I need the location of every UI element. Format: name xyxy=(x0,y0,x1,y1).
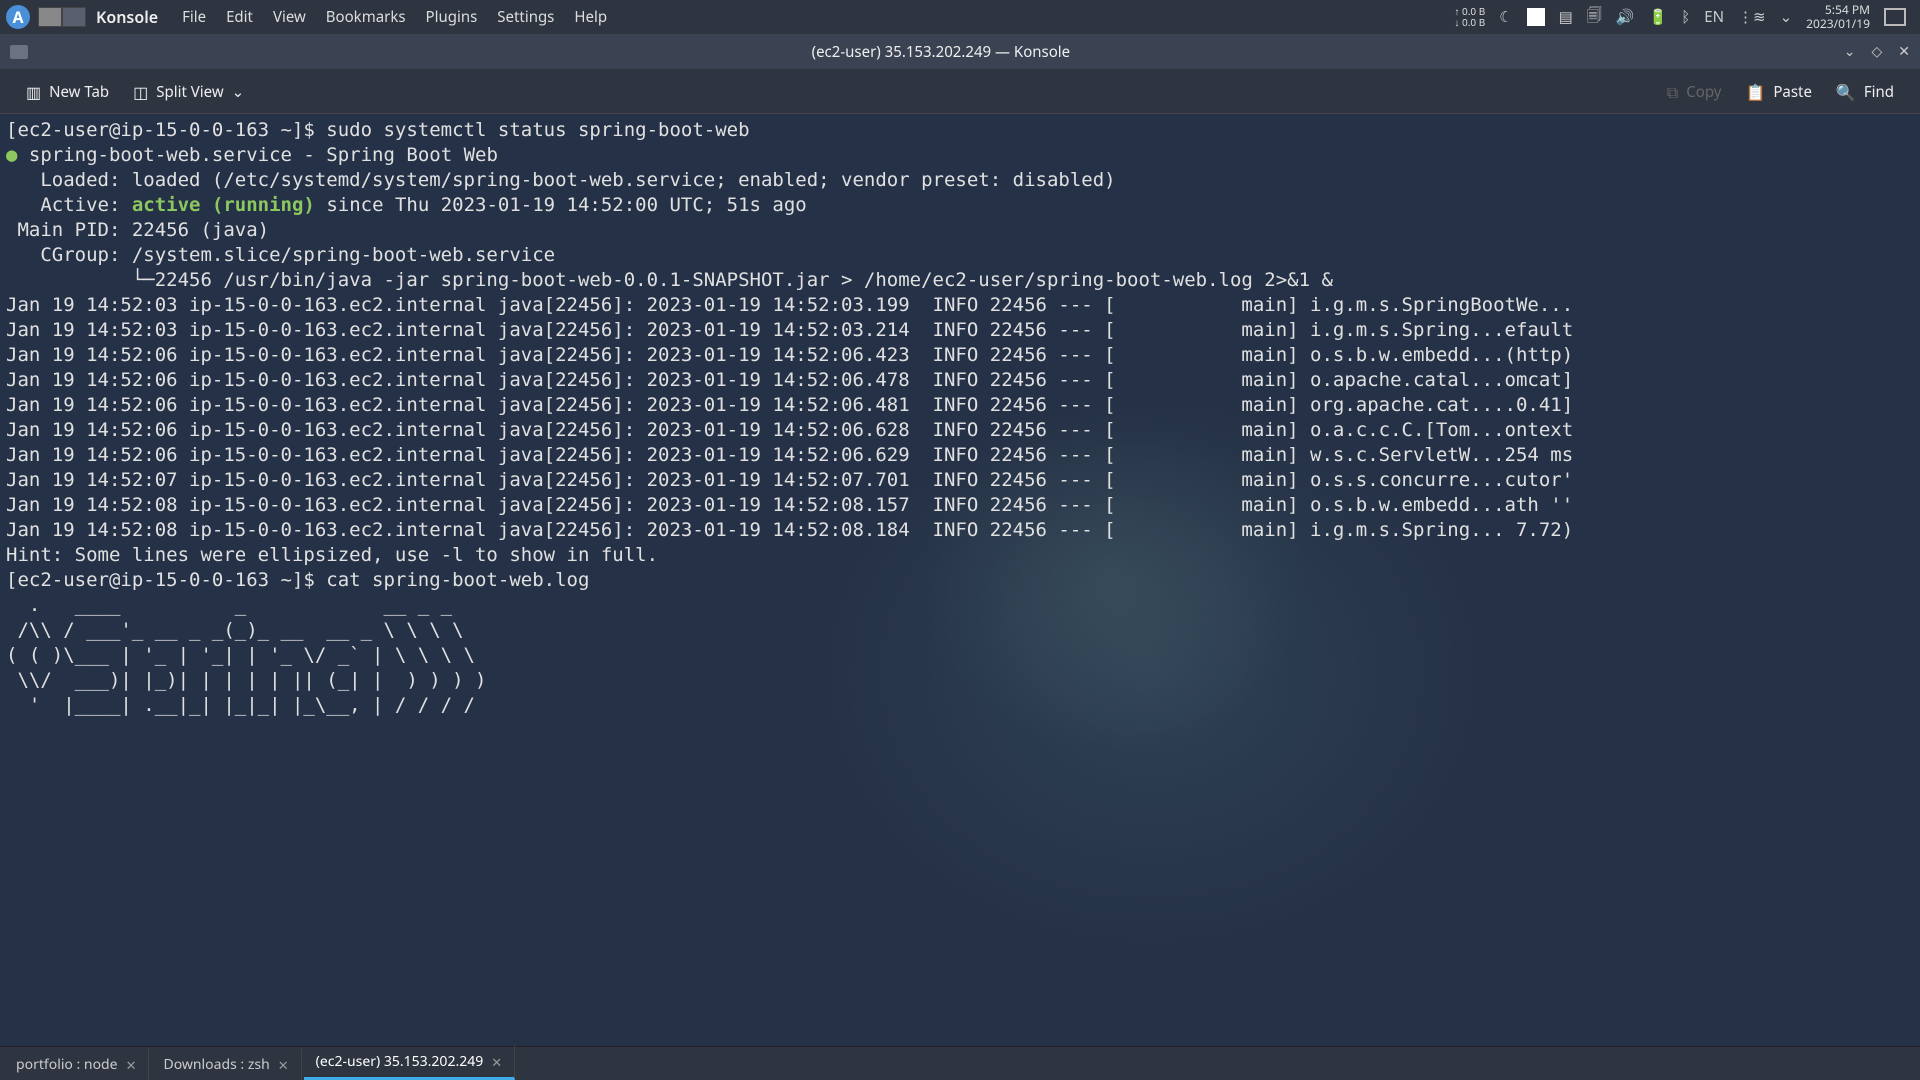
night-mode-icon[interactable]: ☾ xyxy=(1499,7,1512,27)
new-tab-button[interactable]: ▥ New Tab xyxy=(14,75,121,109)
toolbar: ▥ New Tab ◫ Split View ⌄ ⧉ Copy 📋 Paste … xyxy=(0,70,1920,114)
copy-icon: ⧉ xyxy=(1667,81,1678,103)
volume-icon[interactable]: 🔊 xyxy=(1616,7,1635,27)
tab-label: Downloads : zsh xyxy=(163,1055,269,1074)
battery-icon[interactable]: 🔋 xyxy=(1649,7,1668,27)
bluetooth-icon[interactable]: ᛒ xyxy=(1681,7,1690,27)
system-tray: ↑ 0.0 B ↓ 0.0 B ☾ ▤ 🗐 🔊 🔋 ᛒ EN ⋮≋ ⌄ 5:54… xyxy=(1454,3,1914,31)
clock-date: 2023/01/19 xyxy=(1806,17,1870,31)
keyboard-layout[interactable]: EN xyxy=(1704,7,1724,27)
terminal-tab[interactable]: Downloads : zsh ✕ xyxy=(151,1049,301,1080)
window-titlebar: (ec2-user) 35.153.202.249 — Konsole ⌄ ◇ … xyxy=(0,34,1920,70)
copy-label: Copy xyxy=(1686,82,1721,102)
copy-button: ⧉ Copy xyxy=(1655,75,1734,109)
menu-file[interactable]: File xyxy=(172,1,216,33)
clipboard-icon[interactable] xyxy=(1527,8,1545,26)
paste-icon: 📋 xyxy=(1745,81,1765,103)
clock[interactable]: 5:54 PM 2023/01/19 xyxy=(1806,3,1870,31)
tab-close-icon[interactable]: ✕ xyxy=(126,1056,137,1074)
menu-bookmarks[interactable]: Bookmarks xyxy=(316,1,416,33)
menu-edit[interactable]: Edit xyxy=(216,1,263,33)
menu-help[interactable]: Help xyxy=(564,1,617,33)
find-button[interactable]: 🔍 Find xyxy=(1824,75,1906,109)
terminal-icon xyxy=(10,45,28,59)
terminal-tab[interactable]: portfolio : node ✕ xyxy=(4,1049,149,1080)
menu-plugins[interactable]: Plugins xyxy=(416,1,488,33)
new-tab-icon: ▥ xyxy=(26,81,41,103)
global-menubar: A Konsole File Edit View Bookmarks Plugi… xyxy=(0,0,1920,34)
display-icon[interactable]: ▤ xyxy=(1559,7,1573,27)
tab-label: portfolio : node xyxy=(16,1055,118,1074)
tab-close-icon[interactable]: ✕ xyxy=(491,1053,502,1071)
split-view-label: Split View xyxy=(156,82,223,102)
chevron-down-icon[interactable]: ⌄ xyxy=(1780,7,1793,27)
window-title: (ec2-user) 35.153.202.249 — Konsole xyxy=(38,42,1844,62)
find-label: Find xyxy=(1864,82,1894,102)
wifi-icon[interactable]: ⋮≋ xyxy=(1738,7,1766,27)
tab-label: (ec2-user) 35.153.202.249 xyxy=(316,1052,484,1071)
tab-close-icon[interactable]: ✕ xyxy=(278,1056,289,1074)
app-launcher-icon[interactable]: A xyxy=(6,5,30,29)
minimize-button[interactable]: ⌄ xyxy=(1844,42,1856,61)
network-speed-indicator: ↑ 0.0 B ↓ 0.0 B xyxy=(1454,6,1485,28)
maximize-button[interactable]: ◇ xyxy=(1871,42,1882,61)
app-name: Konsole xyxy=(96,6,158,28)
paste-button[interactable]: 📋 Paste xyxy=(1733,75,1823,109)
terminal-tab-bar: portfolio : node✕Downloads : zsh✕(ec2-us… xyxy=(0,1046,1920,1080)
new-tab-label: New Tab xyxy=(49,82,109,102)
terminal-tab[interactable]: (ec2-user) 35.153.202.249 ✕ xyxy=(304,1046,515,1080)
search-icon: 🔍 xyxy=(1836,81,1856,103)
chevron-down-icon: ⌄ xyxy=(232,82,245,102)
paste-label: Paste xyxy=(1773,82,1812,102)
show-desktop-icon[interactable] xyxy=(1884,8,1906,26)
split-view-icon: ◫ xyxy=(133,81,148,103)
menu-view[interactable]: View xyxy=(263,1,316,33)
split-view-button[interactable]: ◫ Split View ⌄ xyxy=(121,75,256,109)
calendar-icon[interactable]: 🗐 xyxy=(1587,5,1602,30)
window-switcher-icon[interactable] xyxy=(38,7,86,27)
close-button[interactable]: ✕ xyxy=(1898,42,1910,61)
terminal-output[interactable]: [ec2-user@ip-15-0-0-163 ~]$ sudo systemc… xyxy=(0,114,1920,1046)
menu-settings[interactable]: Settings xyxy=(487,1,564,33)
